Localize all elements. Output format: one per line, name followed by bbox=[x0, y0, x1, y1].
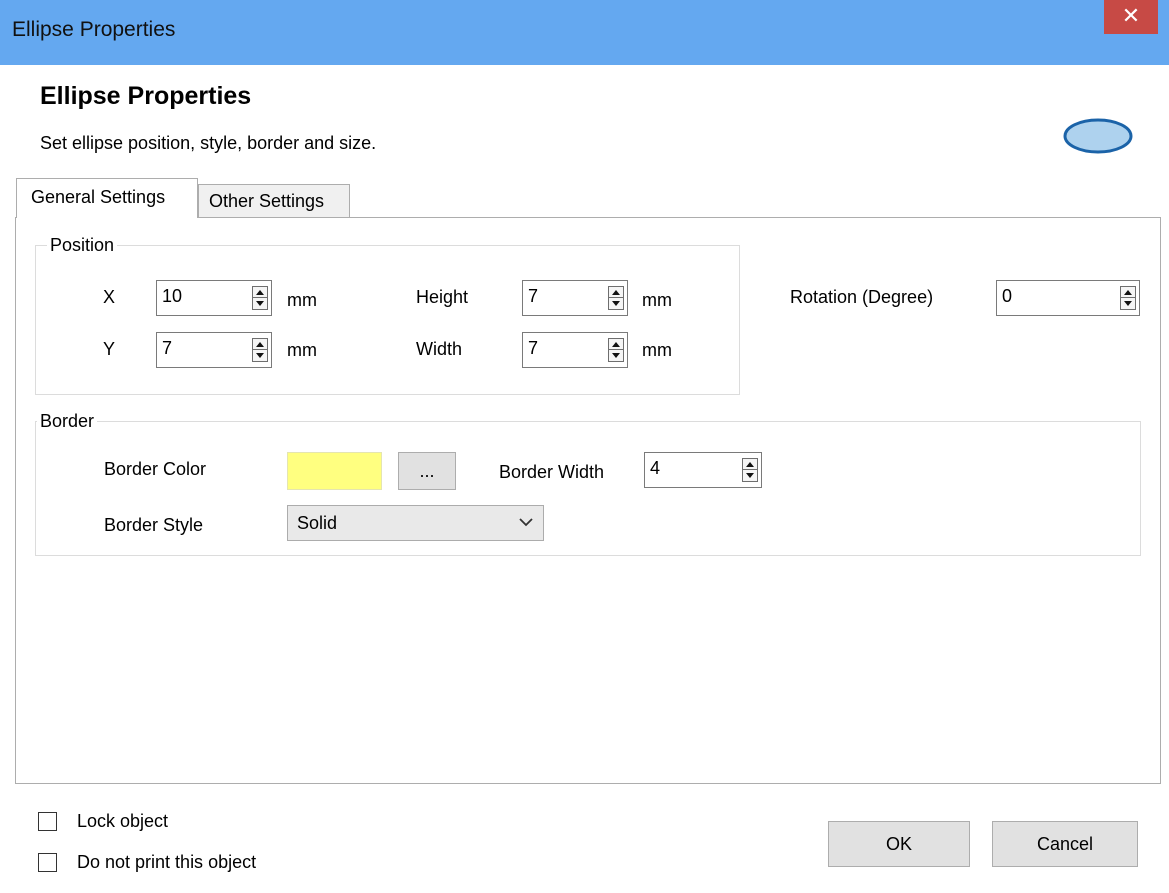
border-style-select[interactable]: Solid bbox=[287, 505, 544, 541]
ok-label: OK bbox=[885, 834, 912, 854]
close-button[interactable]: ✕ bbox=[1104, 0, 1158, 34]
border-style-value: Solid bbox=[297, 513, 338, 533]
y-value: 7 bbox=[162, 338, 173, 358]
border-color-label: Border Color bbox=[104, 459, 207, 479]
border-group-label: Border bbox=[37, 411, 98, 432]
rotation-label: Rotation (Degree) bbox=[790, 287, 934, 307]
close-icon: ✕ bbox=[1121, 3, 1141, 28]
window-title: Ellipse Properties bbox=[12, 18, 176, 41]
height-label: Height bbox=[416, 287, 469, 307]
up-arrow-icon bbox=[612, 342, 620, 347]
tab-other-settings[interactable]: Other Settings bbox=[198, 184, 350, 218]
position-group bbox=[35, 245, 740, 395]
height-spin-arrows[interactable] bbox=[608, 286, 624, 310]
y-unit: mm bbox=[287, 340, 317, 360]
border-width-label: Border Width bbox=[499, 462, 605, 482]
down-arrow-icon bbox=[612, 301, 620, 306]
page-subtitle: Set ellipse position, style, border and … bbox=[40, 133, 377, 153]
up-arrow-icon bbox=[256, 342, 264, 347]
do-not-print-label: Do not print this object bbox=[77, 852, 257, 872]
tab-other-label: Other Settings bbox=[209, 191, 325, 211]
ok-button[interactable]: OK bbox=[828, 821, 970, 867]
tab-general-label: General Settings bbox=[31, 187, 166, 207]
height-spinbox[interactable]: 7 bbox=[522, 280, 628, 316]
width-unit: mm bbox=[642, 340, 672, 360]
rotation-spin-arrows[interactable] bbox=[1120, 286, 1136, 310]
border-style-label: Border Style bbox=[104, 515, 204, 535]
border-color-swatch[interactable] bbox=[287, 452, 382, 490]
width-value: 7 bbox=[528, 338, 539, 358]
up-arrow-icon bbox=[746, 462, 754, 467]
up-arrow-icon bbox=[256, 290, 264, 295]
width-spin-arrows[interactable] bbox=[608, 338, 624, 362]
down-arrow-icon bbox=[612, 353, 620, 358]
up-arrow-icon bbox=[1124, 290, 1132, 295]
lock-object-checkbox[interactable] bbox=[38, 812, 57, 831]
down-arrow-icon bbox=[256, 353, 264, 358]
cancel-label: Cancel bbox=[1036, 834, 1094, 854]
y-spin-arrows[interactable] bbox=[252, 338, 268, 362]
do-not-print-checkbox[interactable] bbox=[38, 853, 57, 872]
down-arrow-icon bbox=[746, 473, 754, 478]
title-bar: Ellipse Properties ✕ bbox=[0, 0, 1169, 65]
up-arrow-icon bbox=[612, 290, 620, 295]
y-spinbox[interactable]: 7 bbox=[156, 332, 272, 368]
tab-general-settings[interactable]: General Settings bbox=[16, 178, 198, 218]
ellipse-icon bbox=[1063, 118, 1133, 154]
y-label: Y bbox=[103, 339, 116, 359]
height-value: 7 bbox=[528, 286, 539, 306]
down-arrow-icon bbox=[256, 301, 264, 306]
down-arrow-icon bbox=[1124, 301, 1132, 306]
page-title: Ellipse Properties bbox=[40, 82, 252, 110]
lock-object-label: Lock object bbox=[77, 811, 169, 831]
x-unit: mm bbox=[287, 290, 317, 310]
x-spin-arrows[interactable] bbox=[252, 286, 268, 310]
chevron-down-icon bbox=[519, 518, 533, 527]
width-label: Width bbox=[416, 339, 463, 359]
width-spinbox[interactable]: 7 bbox=[522, 332, 628, 368]
x-label: X bbox=[103, 287, 116, 307]
cancel-button[interactable]: Cancel bbox=[992, 821, 1138, 867]
height-unit: mm bbox=[642, 290, 672, 310]
border-width-spinbox[interactable]: 4 bbox=[644, 452, 762, 488]
browse-label: ... bbox=[419, 461, 435, 481]
x-value: 10 bbox=[162, 286, 183, 306]
position-group-label: Position bbox=[47, 235, 118, 256]
rotation-spinbox[interactable]: 0 bbox=[996, 280, 1140, 316]
border-color-browse-button[interactable]: ... bbox=[398, 452, 456, 490]
rotation-value: 0 bbox=[1002, 286, 1013, 306]
border-width-spin-arrows[interactable] bbox=[742, 458, 758, 482]
border-width-value: 4 bbox=[650, 458, 661, 478]
x-spinbox[interactable]: 10 bbox=[156, 280, 272, 316]
